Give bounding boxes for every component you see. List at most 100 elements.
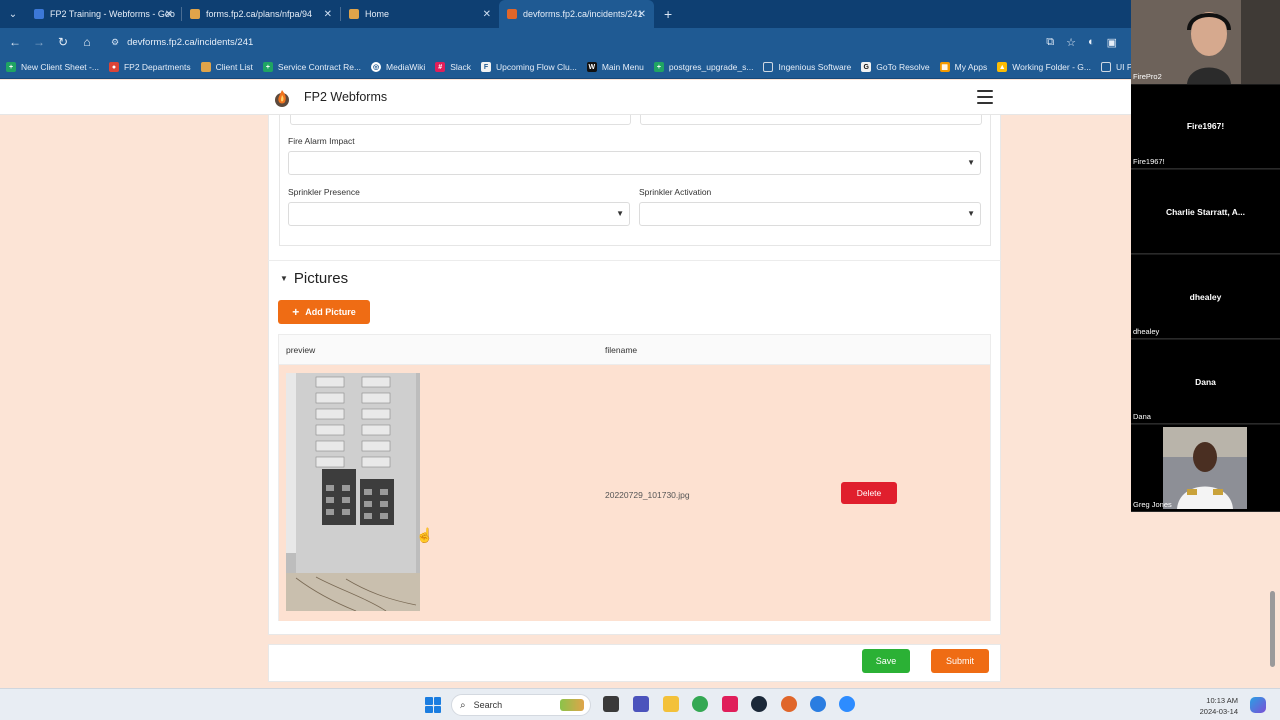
flame-app-icon[interactable]: [781, 696, 797, 712]
bookmark-slack[interactable]: # Slack: [435, 62, 471, 72]
forward-icon[interactable]: →: [27, 28, 51, 56]
bookmark-fp2-departments[interactable]: ● FP2 Departments: [108, 62, 191, 72]
taskbar-search-box[interactable]: ⌕ Search: [451, 694, 591, 716]
participant-name-tag: Fire1967!: [1133, 157, 1165, 166]
bookmark-label: Slack: [450, 62, 472, 72]
bookmark-label: postgres_upgrade_s...: [668, 62, 754, 72]
search-placeholder: Search: [473, 700, 503, 710]
participant-name-tag: FirePro2: [1133, 72, 1162, 81]
hamburger-menu-icon[interactable]: [977, 90, 993, 104]
picture-preview-thumbnail[interactable]: [286, 373, 420, 611]
tab-label: FP2 Training - Webforms - Goo: [50, 9, 175, 19]
copilot-icon[interactable]: [1250, 697, 1266, 713]
submit-button[interactable]: Submit: [931, 649, 989, 673]
bookmark-main-menu[interactable]: W Main Menu: [586, 62, 644, 72]
windows-start-icon[interactable]: [425, 697, 441, 713]
delete-picture-button[interactable]: Delete: [841, 482, 897, 504]
participant-tile-greg-jones[interactable]: Greg Jones: [1131, 425, 1280, 512]
bookmark-mediawiki[interactable]: ◎ MediaWiki: [371, 62, 425, 72]
bookmark-ingenious-software[interactable]: Ingenious Software: [763, 62, 851, 72]
search-icon: ⌕: [460, 699, 466, 711]
participant-tile-dhealey[interactable]: dhealey dhealey: [1131, 255, 1280, 339]
bookmark-my-apps[interactable]: ▦ My Apps: [939, 62, 987, 72]
bookmark-service-contract[interactable]: + Service Contract Re...: [262, 62, 361, 72]
participant-display-name: Charlie Starratt, A...: [1165, 207, 1246, 217]
participant-display-name: dhealey: [1189, 292, 1222, 302]
bookmark-new-client-sheet[interactable]: + New Client Sheet -...: [6, 62, 99, 72]
add-picture-label: Add Picture: [305, 307, 356, 317]
install-app-icon[interactable]: ⧉: [1046, 36, 1054, 49]
add-picture-button[interactable]: + Add Picture: [278, 300, 370, 324]
tab-nfpa-plans[interactable]: forms.fp2.ca/plans/nfpa/94 ✕: [182, 0, 340, 28]
w-icon: W: [586, 62, 597, 72]
close-tab-icon[interactable]: ✕: [638, 9, 646, 20]
zoom-icon[interactable]: [839, 696, 855, 712]
participant-tile-charlie[interactable]: Charlie Starratt, A...: [1131, 170, 1280, 254]
back-icon[interactable]: ←: [3, 28, 27, 56]
sprinkler-activation-select[interactable]: ▼: [639, 202, 981, 226]
bookmark-upcoming-flow[interactable]: F Upcoming Flow Clu...: [481, 62, 577, 72]
sprinkler-presence-select[interactable]: ▼: [288, 202, 630, 226]
bookmark-label: Working Folder - G...: [1012, 62, 1091, 72]
tab-home[interactable]: Home ✕: [341, 0, 499, 28]
fire-alarm-impact-select[interactable]: ▼: [288, 151, 981, 175]
bookmark-client-list[interactable]: Client List: [200, 62, 253, 72]
pictures-table-header: preview filename: [279, 335, 990, 365]
slack-icon: #: [435, 62, 446, 72]
google-docs-icon: [34, 9, 44, 19]
reload-icon[interactable]: ↻: [51, 28, 75, 56]
sheets-icon: +: [262, 62, 273, 72]
caret-down-icon: ▼: [280, 274, 288, 283]
map-pin-icon: ●: [108, 62, 119, 72]
section-divider: [268, 260, 1001, 261]
globe-icon[interactable]: [810, 696, 826, 712]
bookmark-label: GoTo Resolve: [876, 62, 930, 72]
windows-taskbar: ⌕ Search 10:13 AM 2024-03-14: [0, 688, 1280, 720]
scrollbar-thumb[interactable]: [1270, 591, 1275, 667]
steam-icon[interactable]: [751, 696, 767, 712]
participant-name-tag: dhealey: [1133, 327, 1160, 336]
bookmark-working-folder[interactable]: ▲ Working Folder - G...: [997, 62, 1091, 72]
bookmark-label: Main Menu: [601, 62, 644, 72]
home-icon[interactable]: ⌂: [75, 28, 99, 56]
slack-icon[interactable]: [722, 696, 738, 712]
participant-tile-firepro2[interactable]: FirePro2: [1131, 0, 1280, 84]
sprinkler-activation-label: Sprinkler Activation: [639, 187, 712, 197]
extension-icon[interactable]: ◐: [1088, 36, 1095, 48]
bookmark-goto-resolve[interactable]: G GoTo Resolve: [861, 62, 930, 72]
close-tab-icon[interactable]: ✕: [324, 9, 332, 20]
chevron-down-icon: ▼: [967, 158, 975, 167]
fp2-flame-logo[interactable]: [272, 88, 292, 108]
plus-icon: +: [292, 305, 300, 319]
chevron-down-icon: ▼: [616, 209, 624, 218]
pictures-section-toggle[interactable]: ▼ Pictures: [280, 270, 348, 287]
file-explorer-icon[interactable]: [663, 696, 679, 712]
url-field[interactable]: ⚙ devforms.fp2.ca/incidents/241: [105, 32, 1035, 52]
flame-favicon: [507, 9, 517, 19]
site-info-icon[interactable]: ⚙: [111, 37, 119, 48]
extensions-puzzle-icon[interactable]: ▣: [1107, 36, 1117, 49]
bookmark-label: Ingenious Software: [778, 62, 852, 72]
participant-tile-fire1967[interactable]: Fire1967! Fire1967!: [1131, 85, 1280, 169]
close-tab-icon[interactable]: ✕: [165, 9, 173, 20]
drive-icon: ▲: [997, 62, 1008, 72]
app-brand[interactable]: FP2 Webforms: [304, 90, 387, 104]
tab-devforms-incident[interactable]: devforms.fp2.ca/incidents/241 ✕: [499, 0, 654, 28]
teams-icon[interactable]: [633, 696, 649, 712]
chrome-icon[interactable]: [692, 696, 708, 712]
task-view-icon[interactable]: [603, 696, 619, 712]
bookmark-star-icon[interactable]: ☆: [1066, 36, 1076, 49]
tab-label: devforms.fp2.ca/incidents/241: [523, 9, 643, 19]
save-button[interactable]: Save: [862, 649, 910, 673]
goto-icon: G: [861, 62, 872, 72]
participant-tile-dana[interactable]: Dana Dana: [1131, 340, 1280, 424]
tab-fp2-training[interactable]: FP2 Training - Webforms - Goo ✕: [26, 0, 181, 28]
system-clock[interactable]: 10:13 AM 2024-03-14: [1200, 695, 1238, 717]
fp2-favicon: [190, 9, 200, 19]
new-tab-icon[interactable]: +: [664, 6, 672, 22]
participant-name-tag: Greg Jones: [1133, 500, 1172, 509]
close-tab-icon[interactable]: ✕: [483, 9, 491, 20]
bookmark-postgres-upgrade[interactable]: + postgres_upgrade_s...: [653, 62, 754, 72]
participant-name-tag: Dana: [1133, 412, 1151, 421]
tab-search-icon[interactable]: ⌄: [0, 0, 26, 28]
